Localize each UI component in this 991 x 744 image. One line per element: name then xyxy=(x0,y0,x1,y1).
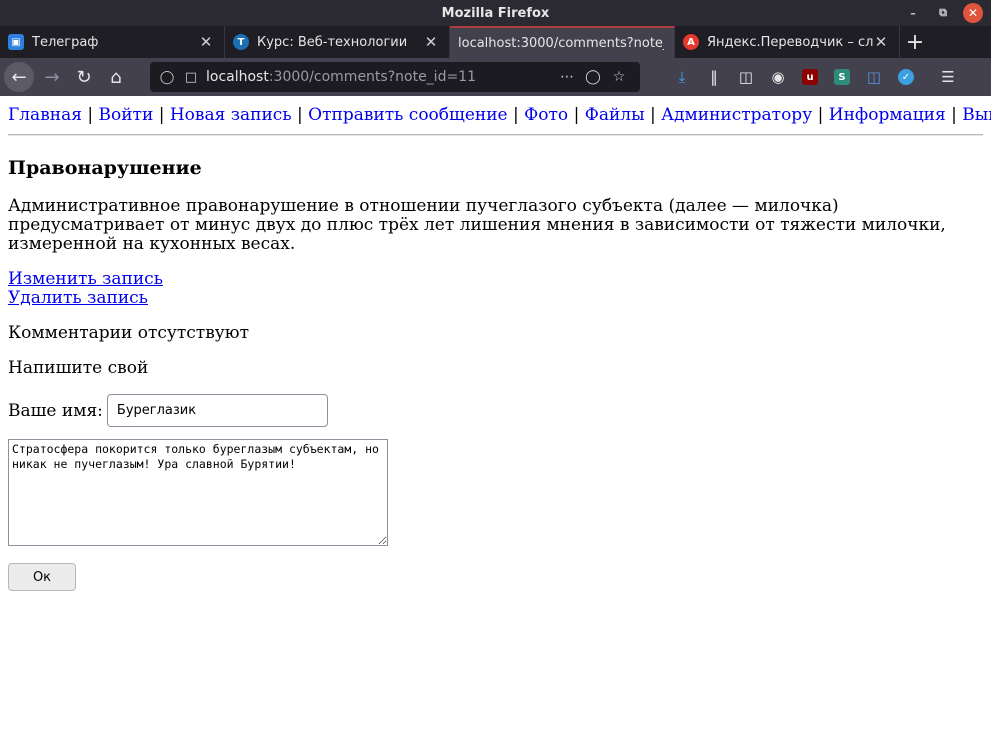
name-label: Ваше имя: xyxy=(8,400,103,421)
cart-icon[interactable]: ◫ xyxy=(860,63,888,91)
page-actions-icon[interactable]: ⋯ xyxy=(554,69,580,85)
tracking-shield-icon[interactable]: ◯ xyxy=(158,70,176,85)
tab-label: localhost:3000/comments?note_id=11 xyxy=(458,35,664,51)
ublock-icon[interactable]: u xyxy=(796,63,824,91)
pocket-icon[interactable]: ◯ xyxy=(580,69,606,85)
back-icon[interactable]: ← xyxy=(4,62,34,92)
edit-note-link[interactable]: Изменить запись xyxy=(8,270,983,289)
navigation-toolbar: ← → ↻ ⌂ ◯ □ localhost:3000/comments?note… xyxy=(0,58,991,96)
toolbar-icons: ⤓ ‖ ◫ ◉ u S ◫ ✓ ☰ xyxy=(668,63,962,91)
note-body: Административное правонарушение в отноше… xyxy=(8,196,946,254)
new-tab-icon[interactable]: + xyxy=(900,26,930,58)
url-bar[interactable]: ◯ □ localhost:3000/comments?note_id=11 ⋯… xyxy=(150,62,640,92)
comment-textarea[interactable]: Стратосфера покорится только буреглазым … xyxy=(8,439,388,546)
submit-button[interactable]: Ок xyxy=(8,563,76,591)
divider xyxy=(8,134,983,136)
moodle-favicon-icon: T xyxy=(233,34,249,50)
speed-dial-icon[interactable]: ✓ xyxy=(892,63,920,91)
home-icon[interactable]: ⌂ xyxy=(100,61,132,93)
note-actions: Изменить запись Удалить запись xyxy=(8,270,983,308)
sidebar-icon[interactable]: ◫ xyxy=(732,63,760,91)
window-title: Mozilla Firefox xyxy=(441,5,550,21)
library-icon[interactable]: ‖ xyxy=(700,63,728,91)
tab-label: Курс: Веб-технологии xyxy=(257,34,408,50)
downloads-icon[interactable]: ⤓ xyxy=(668,63,696,91)
nav-link-home[interactable]: Главная xyxy=(8,105,82,125)
tab-label: Телеграф xyxy=(32,34,99,50)
nav-link-info[interactable]: Информация xyxy=(829,105,946,125)
tab-label: Яндекс.Переводчик – словарь xyxy=(707,34,873,50)
nav-link-admin[interactable]: Администратору xyxy=(661,105,812,125)
window-titlebar: Mozilla Firefox – ⧉ ✕ xyxy=(0,0,991,26)
minimize-icon[interactable]: – xyxy=(903,3,923,23)
tab-localhost-comments[interactable]: localhost:3000/comments?note_id=11 xyxy=(450,26,675,58)
yandex-translate-favicon-icon: A xyxy=(683,34,699,50)
site-nav: Главная | Войти | Новая запись | Отправи… xyxy=(8,104,991,126)
nav-link-new-note[interactable]: Новая запись xyxy=(170,105,292,125)
nav-link-photo[interactable]: Фото xyxy=(524,105,568,125)
tab-close-icon[interactable]: ✕ xyxy=(873,33,889,51)
bookmark-star-icon[interactable]: ☆ xyxy=(606,69,632,85)
s-extension-icon[interactable]: S xyxy=(828,63,856,91)
url-host: localhost xyxy=(206,69,269,85)
name-input[interactable] xyxy=(106,394,328,427)
reload-icon[interactable]: ↻ xyxy=(68,61,100,93)
forward-icon[interactable]: → xyxy=(36,61,68,93)
tab-course[interactable]: T Курс: Веб-технологии ✕ xyxy=(225,26,450,58)
nav-link-logout[interactable]: Выйти xyxy=(962,105,991,125)
window-close-icon[interactable]: ✕ xyxy=(963,3,983,23)
write-comment-prompt: Напишите свой xyxy=(8,358,149,378)
nav-link-files[interactable]: Файлы xyxy=(585,105,645,125)
tab-close-icon[interactable]: ✕ xyxy=(423,33,439,51)
page-content: Главная | Войти | Новая запись | Отправи… xyxy=(0,96,991,744)
delete-note-link[interactable]: Удалить запись xyxy=(8,289,983,308)
note-title: Правонарушение xyxy=(8,157,202,179)
hamburger-menu-icon[interactable]: ☰ xyxy=(934,63,962,91)
globe-icon[interactable]: ◉ xyxy=(764,63,792,91)
tab-close-icon[interactable]: ✕ xyxy=(198,33,214,51)
telegraph-favicon-icon: ▣ xyxy=(8,34,24,50)
tab-strip: ▣ Телеграф ✕ T Курс: Веб-технологии ✕ lo… xyxy=(0,26,991,58)
url-path: :3000/comments?note_id=11 xyxy=(268,69,477,85)
nav-link-send-message[interactable]: Отправить сообщение xyxy=(308,105,507,125)
tab-telegraph[interactable]: ▣ Телеграф ✕ xyxy=(0,26,225,58)
restore-icon[interactable]: ⧉ xyxy=(933,3,953,23)
window-controls: – ⧉ ✕ xyxy=(903,3,983,23)
nav-link-login[interactable]: Войти xyxy=(99,105,154,125)
no-comments-text: Комментарии отсутствуют xyxy=(8,323,249,343)
page-info-icon[interactable]: □ xyxy=(182,70,200,85)
name-row: Ваше имя: xyxy=(8,394,983,427)
tab-yandex-translate[interactable]: A Яндекс.Переводчик – словарь ✕ xyxy=(675,26,900,58)
